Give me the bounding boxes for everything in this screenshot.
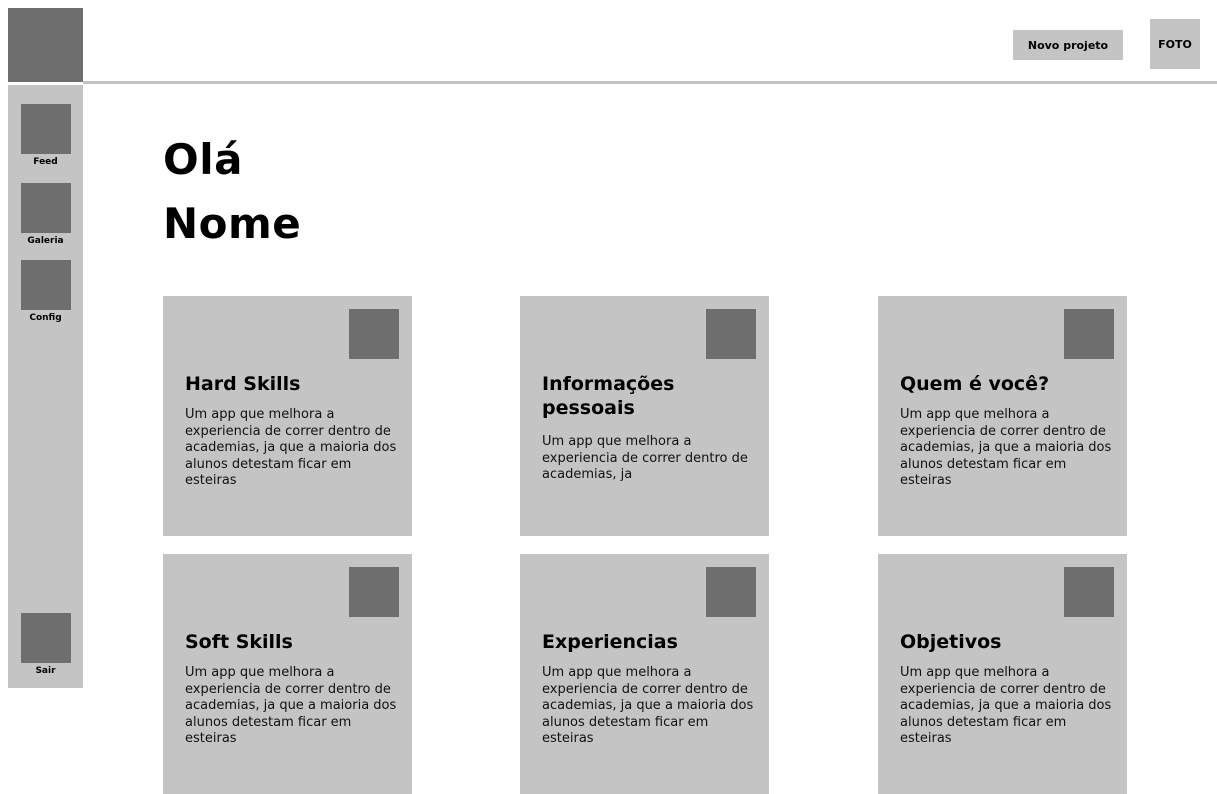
profile-photo-button[interactable]: FOTO [1150,19,1200,69]
card-title: Hard Skills [185,373,301,395]
sidebar: Feed Galeria Config Sair [8,85,83,688]
card-objetivos[interactable]: Objetivos Um app que melhora a experienc… [878,554,1127,794]
feed-icon [21,104,71,154]
card-hard-skills[interactable]: Hard Skills Um app que melhora a experie… [163,296,412,536]
card-description: Um app que melhora a experiencia de corr… [542,665,754,746]
card-description: Um app que melhora a experiencia de corr… [185,407,397,488]
card-image-placeholder-icon [349,309,399,359]
card-description: Um app que melhora a experiencia de corr… [542,434,748,482]
card-description: Um app que melhora a experiencia de corr… [185,665,397,746]
logout-icon [21,613,71,663]
card-image-placeholder-icon [1064,309,1114,359]
new-project-button[interactable]: Novo projeto [1013,30,1123,60]
card-title: Objetivos [900,631,1002,653]
settings-icon [21,260,71,310]
header-divider [83,81,1217,84]
card-description: Um app que melhora a experiencia de corr… [900,665,1112,746]
card-title: Quem é você? [900,373,1050,395]
sidebar-item-sair[interactable]: Sair [8,613,83,685]
sidebar-item-label: Feed [33,157,58,167]
greeting-hello: Olá [163,135,243,184]
card-image-placeholder-icon [349,567,399,617]
card-description: Um app que melhora a experiencia de corr… [900,407,1112,488]
card-experiencias[interactable]: Experiencias Um app que melhora a experi… [520,554,769,794]
card-title: Experiencias [542,631,678,653]
sidebar-item-label: Config [29,313,62,323]
sidebar-item-label: Galeria [27,236,64,246]
card-image-placeholder-icon [706,567,756,617]
card-title: Soft Skills [185,631,293,653]
sidebar-item-feed[interactable]: Feed [8,104,83,176]
card-image-placeholder-icon [706,309,756,359]
card-informacoes-pessoais[interactable]: Informações pessoais Um app que melhora … [520,296,769,536]
sidebar-item-galeria[interactable]: Galeria [8,183,83,255]
card-quem-e-voce[interactable]: Quem é você? Um app que melhora a experi… [878,296,1127,536]
sidebar-item-config[interactable]: Config [8,260,83,332]
sidebar-item-label: Sair [35,666,56,676]
greeting-name: Nome [163,199,302,248]
page-title: Olá Nome [163,128,301,256]
card-title: Informações pessoais [542,373,675,419]
logo-placeholder [8,8,83,82]
card-image-placeholder-icon [1064,567,1114,617]
card-soft-skills[interactable]: Soft Skills Um app que melhora a experie… [163,554,412,794]
gallery-icon [21,183,71,233]
